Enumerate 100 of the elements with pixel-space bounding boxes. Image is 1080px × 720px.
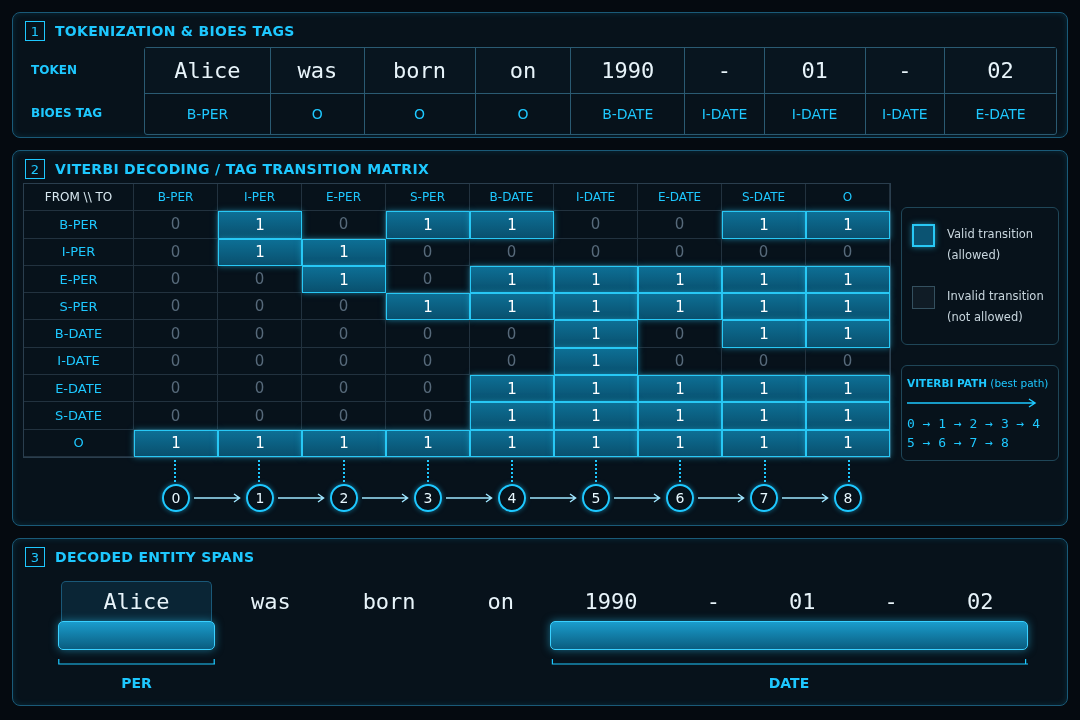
matrix-cell: 1: [722, 320, 806, 348]
token-cell: on: [474, 48, 571, 94]
arrow-icon: [907, 398, 1037, 408]
matrix-cell: 1: [638, 375, 722, 403]
matrix-cell: 0: [806, 238, 890, 266]
matrix-cell: 1: [722, 429, 806, 457]
matrix-cell: 0: [302, 375, 386, 403]
path-node: 4: [498, 483, 526, 512]
matrix-cell: 1: [302, 238, 386, 266]
matrix-cell: 1: [302, 429, 386, 457]
header-cell: E-DATE: [638, 184, 722, 212]
tag-cell: B-DATE: [570, 94, 685, 134]
matrix-cell: 0: [386, 238, 470, 266]
row-header: I-PER: [24, 238, 134, 266]
matrix-cell: 0: [134, 375, 218, 403]
path-node: 1: [246, 483, 274, 512]
matrix-cell: 1: [806, 211, 890, 239]
section-title: VITERBI DECODING / TAG TRANSITION MATRIX: [55, 161, 430, 177]
tag-cell: O: [269, 94, 364, 134]
matrix-cell: 1: [638, 293, 722, 321]
token-cell: -: [684, 48, 764, 94]
matrix-cell: 0: [554, 238, 638, 266]
row-header: E-DATE: [24, 375, 134, 403]
matrix-cell: 0: [722, 238, 806, 266]
section-number: 3: [25, 547, 45, 567]
matrix-cell: 1: [386, 211, 470, 239]
dotted-line: [258, 459, 261, 482]
path-node: 5: [582, 483, 610, 512]
path-node: 2: [330, 483, 358, 512]
path-sequence: 5 → 6 → 7 → 8: [907, 435, 1010, 450]
matrix-cell: 1: [302, 265, 386, 294]
row-header: S-DATE: [24, 402, 134, 430]
arrow-icon: [446, 492, 494, 503]
path-sequence: 0 → 1 → 2 → 3 → 4: [907, 416, 1042, 431]
legend-label: Invalid transition (not allowed): [947, 288, 1045, 326]
path-node: 6: [666, 483, 694, 512]
entity-label: DATE: [768, 675, 810, 691]
row-header: E-PER: [24, 265, 134, 294]
matrix-cell: 0: [134, 402, 218, 430]
matrix-cell: 1: [470, 375, 554, 403]
token-word: 02: [966, 587, 994, 616]
matrix-cell: 1: [470, 402, 554, 430]
token-cell: born: [363, 48, 475, 94]
arrow-icon: [698, 492, 746, 503]
dotted-line: [595, 459, 598, 482]
section-title: TOKENIZATION & BIOES TAGS: [55, 23, 295, 39]
matrix-cell: 1: [470, 211, 554, 239]
tag-cell: O: [363, 94, 475, 134]
arrow-icon: [194, 492, 242, 503]
dotted-line: [511, 459, 513, 482]
dotted-line: [679, 459, 682, 482]
token-cell: 02: [944, 48, 1056, 94]
matrix-cell: 0: [302, 320, 386, 348]
arrow-icon: [782, 492, 830, 503]
row-header: I-DATE: [24, 347, 134, 376]
matrix-cell: 0: [218, 320, 302, 348]
matrix-cell: 1: [638, 402, 722, 430]
matrix-cell: 1: [470, 429, 554, 457]
header-cell: B-PER: [134, 184, 218, 212]
matrix-cell: 1: [554, 265, 638, 294]
row-header: B-DATE: [24, 320, 134, 348]
tag-cell: O: [474, 94, 571, 134]
matrix-cell: 1: [554, 402, 638, 430]
path-node: 8: [834, 483, 862, 512]
matrix-cell: 1: [554, 293, 638, 321]
matrix-cell: 1: [722, 265, 806, 294]
matrix-cell: 0: [638, 238, 722, 266]
tag-cell: E-DATE: [944, 94, 1056, 134]
matrix-cell: 1: [386, 429, 470, 457]
row-header: S-PER: [24, 293, 134, 321]
arrow-icon: [614, 492, 662, 503]
matrix-cell: 1: [806, 429, 890, 457]
matrix-cell: 1: [554, 429, 638, 457]
matrix-cell: 1: [470, 293, 554, 321]
matrix-cell: 1: [722, 402, 806, 430]
token-cell: Alice: [145, 48, 270, 94]
header-cell: E-PER: [302, 184, 386, 212]
matrix-cell: 1: [554, 375, 638, 403]
arrow-icon: [530, 492, 578, 503]
matrix-cell: 0: [218, 375, 302, 403]
matrix-cell: 1: [722, 211, 806, 239]
matrix-cell: 0: [386, 320, 470, 348]
path-title: VITERBI PATH (best path): [907, 376, 1049, 390]
dotted-line: [426, 459, 429, 482]
matrix-cell: 1: [722, 293, 806, 321]
matrix-cell: 1: [134, 429, 218, 457]
dotted-line: [847, 459, 850, 482]
dotted-line: [174, 459, 177, 482]
matrix-cell: 0: [218, 293, 302, 321]
section-number: 2: [25, 159, 45, 179]
tag-cell-text: B-PER: [185, 105, 230, 124]
matrix-cell: 1: [722, 375, 806, 403]
header-cell: I-DATE: [554, 184, 638, 212]
header-cell: FROM \\ TO: [24, 184, 134, 212]
matrix-cell: 1: [554, 347, 638, 376]
token-word: Alice: [61, 581, 212, 621]
matrix-cell: 0: [134, 347, 218, 376]
token-cell: 1990: [570, 48, 685, 94]
matrix-cell: 0: [302, 402, 386, 430]
arrow-icon: [278, 492, 326, 503]
